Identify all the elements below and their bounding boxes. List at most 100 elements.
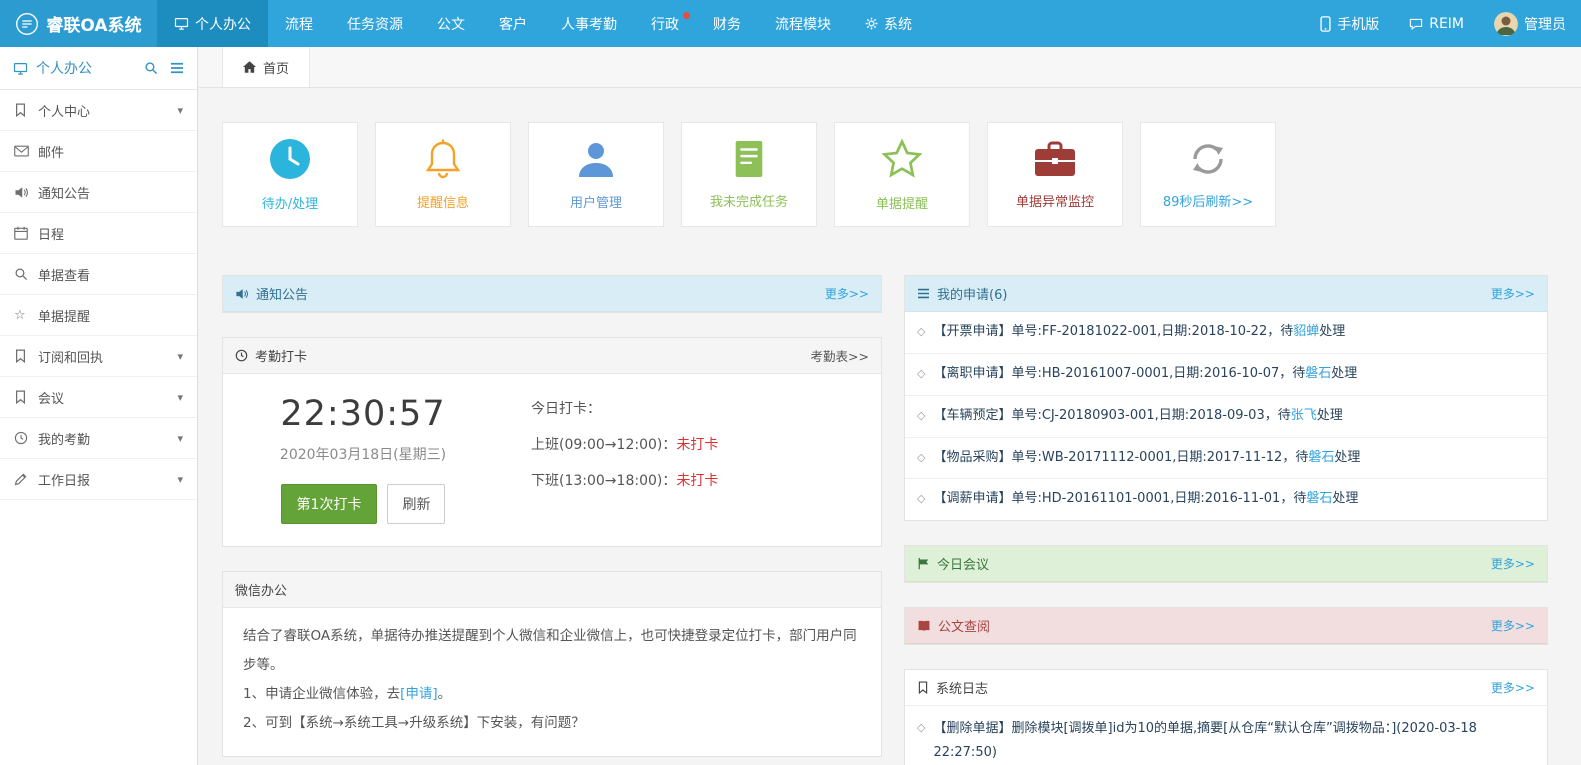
sidebar-item-mail[interactable]: 邮件 (0, 131, 197, 172)
nav-documents[interactable]: 公文 (420, 0, 482, 47)
sidebar-item-announcements[interactable]: 通知公告 (0, 172, 197, 213)
shift2-status-row: 下班(13:00→18:00)：未打卡 (531, 470, 718, 490)
sidebar: 个人办公 个人中心 ▾ 邮件 通知公告 日程 单据查看 ☆ 单据提醒 订阅和回执… (0, 47, 198, 765)
application-list-item[interactable]: ◇ 【车辆预定】单号:CJ-20180903-001,日期:2018-09-03… (905, 396, 1547, 438)
sidebar-item-calendar[interactable]: 日程 (0, 213, 197, 254)
chevron-down-icon: ▾ (177, 432, 183, 445)
chevron-down-icon: ▾ (177, 473, 183, 486)
notice-panel-title: 通知公告 (235, 284, 308, 303)
handler-link[interactable]: 磐石 (1305, 366, 1331, 381)
document-review-panel: 公文查阅 更多>> (904, 607, 1548, 645)
sidebar-item-my-attendance[interactable]: 我的考勤 ▾ (0, 418, 197, 459)
applications-list: ◇ 【开票申请】单号:FF-20181022-001,日期:2018-10-22… (905, 312, 1547, 520)
desktop-icon (174, 16, 189, 31)
syslog-more-link[interactable]: 更多>> (1491, 679, 1535, 696)
application-list-item[interactable]: ◇ 【调薪申请】单号:HD-20161101-0001,日期:2016-11-0… (905, 479, 1547, 520)
quickcard-refresh[interactable]: 89秒后刷新>> (1140, 122, 1276, 227)
bell-icon (423, 138, 463, 180)
speaker-icon (14, 186, 38, 199)
handler-link[interactable]: 磐石 (1308, 450, 1334, 465)
diamond-bullet-icon: ◇ (917, 407, 925, 424)
refresh-button[interactable]: 刷新 (387, 484, 445, 524)
handler-link[interactable]: 磐石 (1306, 491, 1332, 506)
tab-home[interactable]: 首页 (222, 47, 310, 87)
nav-system[interactable]: 系统 (848, 0, 929, 47)
shift2-status: 未打卡 (676, 473, 718, 489)
star-icon: ☆ (14, 308, 38, 323)
comment-icon (1409, 17, 1423, 31)
menu-bars-icon[interactable] (170, 62, 184, 74)
topbar: 睿联OA系统 个人办公 流程 任务资源 公文 客户 人事考勤 行政 财务 流程模… (0, 0, 1581, 47)
sidebar-item-bill-reminder[interactable]: ☆ 单据提醒 (0, 295, 197, 336)
main-area: 首页 待办/处理 提醒信息 用户管理 我未完成任务 单据提 (199, 47, 1581, 765)
nav-finance[interactable]: 财务 (696, 0, 758, 47)
reim-button[interactable]: REIM (1394, 0, 1479, 47)
sidebar-item-subscriptions[interactable]: 订阅和回执 ▾ (0, 336, 197, 377)
clock-icon (235, 349, 248, 362)
mobile-phone-icon (1320, 16, 1331, 32)
quickcard-todo[interactable]: 待办/处理 (222, 122, 358, 227)
nav-customers[interactable]: 客户 (482, 0, 544, 47)
speaker-icon (235, 288, 249, 300)
app-logo[interactable]: 睿联OA系统 (0, 0, 157, 47)
shift1-status: 未打卡 (676, 437, 718, 453)
sidebar-item-bill-search[interactable]: 单据查看 (0, 254, 197, 295)
handler-link[interactable]: 张飞 (1291, 408, 1317, 423)
clock-icon (14, 431, 38, 445)
notice-more-link[interactable]: 更多>> (825, 285, 869, 302)
diamond-bullet-icon: ◇ (917, 490, 925, 507)
nav-hr-attendance[interactable]: 人事考勤 (544, 0, 634, 47)
briefcase-icon (1033, 139, 1077, 179)
quickcard-reminders[interactable]: 提醒信息 (375, 122, 511, 227)
chevron-down-icon: ▾ (177, 104, 183, 117)
bookmark-icon (14, 390, 38, 404)
application-list-item[interactable]: ◇ 【开票申请】单号:FF-20181022-001,日期:2018-10-22… (905, 312, 1547, 354)
envelope-icon (14, 145, 38, 157)
sidebar-item-meetings[interactable]: 会议 ▾ (0, 377, 197, 418)
flag-icon (917, 557, 930, 570)
bookmark-icon (917, 681, 929, 694)
document-review-title: 公文查阅 (917, 616, 990, 635)
content: 待办/处理 提醒信息 用户管理 我未完成任务 单据提醒 单据异常监控 (199, 88, 1581, 765)
apply-link[interactable]: [申请] (400, 686, 438, 702)
punch-in-button[interactable]: 第1次打卡 (281, 484, 378, 524)
user-menu[interactable]: 管理员 (1479, 0, 1581, 47)
search-icon[interactable] (144, 61, 158, 75)
book-icon (917, 619, 931, 632)
quickcard-bill-reminder[interactable]: 单据提醒 (834, 122, 970, 227)
meetings-more-link[interactable]: 更多>> (1491, 555, 1535, 572)
today-meetings-panel: 今日会议 更多>> (904, 545, 1548, 583)
nav-workflow-modules[interactable]: 流程模块 (758, 0, 848, 47)
attendance-sheet-link[interactable]: 考勤表>> (811, 346, 869, 365)
today-punch-label: 今日打卡： (531, 398, 718, 418)
today-meetings-title: 今日会议 (917, 554, 989, 573)
nav-task-resources[interactable]: 任务资源 (330, 0, 420, 47)
list-icon (917, 288, 930, 299)
mobile-version-button[interactable]: 手机版 (1305, 0, 1394, 47)
sidebar-item-work-daily[interactable]: 工作日报 ▾ (0, 459, 197, 500)
nav-personal-office[interactable]: 个人办公 (157, 0, 268, 47)
nav-administration[interactable]: 行政 (634, 0, 696, 47)
app-title: 睿联OA系统 (46, 11, 141, 36)
right-column: 我的申请(6) 更多>> ◇ 【开票申请】单号:FF-20181022-001,… (904, 275, 1548, 765)
nav-workflow[interactable]: 流程 (268, 0, 330, 47)
sidebar-header: 个人办公 (0, 47, 197, 90)
syslog-list-item[interactable]: ◇ 【删除单据】删除模块[调拨单]id为10的单据,摘要[从仓库“默认仓库”调拨… (905, 706, 1547, 765)
handler-link[interactable]: 貂蝉 (1293, 324, 1319, 339)
sidebar-title: 个人办公 (36, 58, 132, 78)
documents-more-link[interactable]: 更多>> (1491, 617, 1535, 634)
wechat-office-content: 结合了睿联OA系统，单据待办推送提醒到个人微信和企业微信上，也可快捷登录定位打卡… (223, 608, 881, 756)
quickcard-bill-monitor[interactable]: 单据异常监控 (987, 122, 1123, 227)
quickcard-user-management[interactable]: 用户管理 (528, 122, 664, 227)
tab-bar: 首页 (199, 47, 1581, 88)
application-list-item[interactable]: ◇ 【离职申请】单号:HB-20161007-0001,日期:2016-10-0… (905, 354, 1547, 396)
quick-cards-row: 待办/处理 提醒信息 用户管理 我未完成任务 单据提醒 单据异常监控 (222, 122, 1548, 227)
sidebar-item-personal-center[interactable]: 个人中心 ▾ (0, 90, 197, 131)
quickcard-unfinished-tasks[interactable]: 我未完成任务 (681, 122, 817, 227)
diamond-bullet-icon: ◇ (917, 365, 925, 382)
wechat-office-panel: 微信办公 结合了睿联OA系统，单据待办推送提醒到个人微信和企业微信上，也可快捷登… (222, 571, 882, 757)
username: 管理员 (1524, 14, 1566, 34)
applications-more-link[interactable]: 更多>> (1491, 285, 1535, 302)
application-list-item[interactable]: ◇ 【物品采购】单号:WB-20171112-0001,日期:2017-11-1… (905, 438, 1547, 480)
chat-bubble-logo-icon (15, 12, 39, 36)
